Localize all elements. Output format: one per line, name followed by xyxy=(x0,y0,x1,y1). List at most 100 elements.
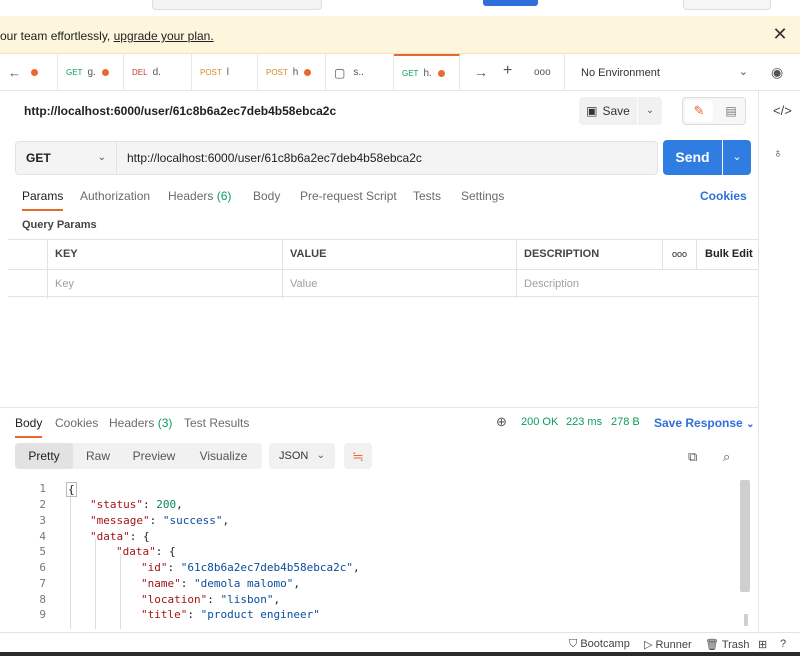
request-title[interactable]: http://localhost:6000/user/61c8b6a2ec7de… xyxy=(24,104,336,118)
vertical-scrollbar[interactable] xyxy=(740,480,750,592)
trash-icon: 🗑 xyxy=(705,639,719,651)
chevron-down-icon: ⌄ xyxy=(738,66,748,78)
tab-method: DEL xyxy=(132,68,148,77)
upgrade-plan-link[interactable]: upgrade your plan. xyxy=(114,29,214,43)
format-select[interactable]: JSON ⌄ xyxy=(269,443,335,469)
json-punct: , xyxy=(176,498,183,511)
tab-title: s.. xyxy=(353,67,364,78)
tab-post-l[interactable]: POST l xyxy=(192,54,258,91)
more-options-icon[interactable]: ooo xyxy=(662,240,696,269)
more-icon[interactable]: ooo xyxy=(534,67,551,78)
arrow-right-icon[interactable]: → xyxy=(474,64,488,80)
save-dropdown-button[interactable]: ⌄ xyxy=(638,97,662,125)
tab-tests[interactable]: Tests xyxy=(413,189,441,203)
json-string: "success" xyxy=(162,514,223,527)
trash-button[interactable]: 🗑 Trash xyxy=(705,638,750,651)
arrow-left-icon: ← xyxy=(8,65,21,80)
tab-title: l xyxy=(226,67,230,78)
help-icon[interactable]: ? xyxy=(780,638,786,650)
workspace-selector[interactable] xyxy=(683,0,771,10)
tab-get-g[interactable]: GET g. xyxy=(58,54,124,91)
chevron-down-icon: ⌄ xyxy=(316,450,325,461)
tab-headers[interactable]: Headers (6) xyxy=(168,189,231,203)
tab-params[interactable]: Params xyxy=(22,189,64,211)
eye-icon[interactable]: ◉ xyxy=(771,64,783,81)
tab-del-d[interactable]: DEL d. xyxy=(124,54,192,91)
tab-settings[interactable]: Settings xyxy=(461,189,504,203)
bulk-edit-button[interactable]: Bulk Edit xyxy=(696,240,758,269)
unsaved-dot xyxy=(304,69,312,76)
status-code[interactable]: 200 OK xyxy=(521,416,558,428)
json-key: "location" xyxy=(141,593,208,606)
response-tab-test-results[interactable]: Test Results xyxy=(184,416,249,430)
layout-icon[interactable]: ⊞ xyxy=(758,638,767,651)
send-button[interactable]: Send xyxy=(663,140,722,175)
top-strip xyxy=(0,0,800,16)
wrap-lines-icon[interactable]: ≒ xyxy=(344,443,372,469)
send-dropdown-button[interactable]: ⌄ xyxy=(723,140,751,175)
json-sep: : xyxy=(180,577,194,590)
lightbulb-icon[interactable]: ♁ xyxy=(773,145,783,160)
json-punct: { xyxy=(169,545,176,558)
line-number: 5 xyxy=(39,545,46,558)
response-size[interactable]: 278 B xyxy=(611,416,640,428)
banner-message: our team effortlessly, xyxy=(0,29,114,43)
method-select[interactable]: GET ⌄ xyxy=(15,141,117,175)
indent-guide xyxy=(120,554,121,629)
comment-icon[interactable]: ▤ xyxy=(719,100,743,122)
tab-get-h-active[interactable]: GET h. xyxy=(394,54,460,91)
upgrade-button[interactable] xyxy=(483,0,538,6)
line-number: 2 xyxy=(39,498,46,511)
code-line: "id": "61c8b6a2ec7deb4b58ebca2c", xyxy=(141,561,360,574)
description-input[interactable]: Description xyxy=(516,270,758,299)
unsaved-dot xyxy=(31,69,38,76)
response-body-viewer[interactable]: 1 { 2 "status": 200, 3 "message": "succe… xyxy=(0,479,752,629)
view-raw[interactable]: Raw xyxy=(73,443,123,469)
json-key: "message" xyxy=(90,514,150,527)
view-pretty[interactable]: Pretty xyxy=(15,443,73,469)
plus-icon[interactable]: + xyxy=(503,62,512,80)
unsaved-dot xyxy=(101,69,109,76)
bootcamp-label: Bootcamp xyxy=(580,638,630,650)
response-tab-cookies[interactable]: Cookies xyxy=(55,416,98,430)
response-tab-body[interactable]: Body xyxy=(15,416,43,438)
search-icon[interactable]: ⌕ xyxy=(723,449,730,465)
tab-back[interactable]: ← xyxy=(0,54,58,91)
environment-selector[interactable]: No Environment ⌄ xyxy=(564,54,760,91)
json-number: 200 xyxy=(156,498,177,511)
code-line: "title": "product engineer" xyxy=(141,608,320,621)
code-icon[interactable]: </> xyxy=(773,103,792,118)
key-input[interactable]: Key xyxy=(47,270,282,299)
tab-title: h. xyxy=(423,68,432,79)
view-preview[interactable]: Preview xyxy=(123,443,185,469)
response-time[interactable]: 223 ms xyxy=(566,416,602,428)
value-input[interactable]: Value xyxy=(282,270,516,299)
url-input[interactable]: http://localhost:6000/user/61c8b6a2ec7de… xyxy=(117,141,658,175)
pencil-icon[interactable]: ✎ xyxy=(685,100,713,122)
copy-icon[interactable]: ⧉ xyxy=(688,449,697,465)
globe-icon[interactable]: ⊕ xyxy=(496,414,507,430)
checkbox-cell[interactable] xyxy=(8,270,47,299)
headers-count: (6) xyxy=(216,189,232,203)
tab-post-h[interactable]: POST h xyxy=(258,54,326,91)
scrollbar-thumb[interactable] xyxy=(744,614,748,626)
save-response-button[interactable]: Save Response ⌄ xyxy=(654,416,754,430)
response-headers-label: Headers xyxy=(109,416,155,430)
cookies-link[interactable]: Cookies xyxy=(700,189,747,203)
close-icon[interactable]: ✕ xyxy=(770,24,790,44)
line-number: 8 xyxy=(39,593,46,606)
tab-s[interactable]: ▢ s.. xyxy=(326,54,394,91)
workspace-search[interactable] xyxy=(152,0,322,10)
json-sep: : xyxy=(167,561,181,574)
tab-method: GET xyxy=(402,69,419,78)
code-line: "data": { xyxy=(116,545,176,558)
tab-method: POST xyxy=(200,68,222,77)
tab-authorization[interactable]: Authorization xyxy=(80,189,150,203)
response-tab-headers[interactable]: Headers (3) xyxy=(109,416,172,430)
save-button[interactable]: ▣ Save xyxy=(579,97,637,125)
tab-prerequest-script[interactable]: Pre-request Script xyxy=(300,189,397,203)
bootcamp-button[interactable]: ⛉ Bootcamp xyxy=(569,638,630,651)
tab-body[interactable]: Body xyxy=(253,189,280,203)
view-visualize[interactable]: Visualize xyxy=(185,443,262,469)
runner-button[interactable]: ▷ Runner xyxy=(644,638,692,651)
